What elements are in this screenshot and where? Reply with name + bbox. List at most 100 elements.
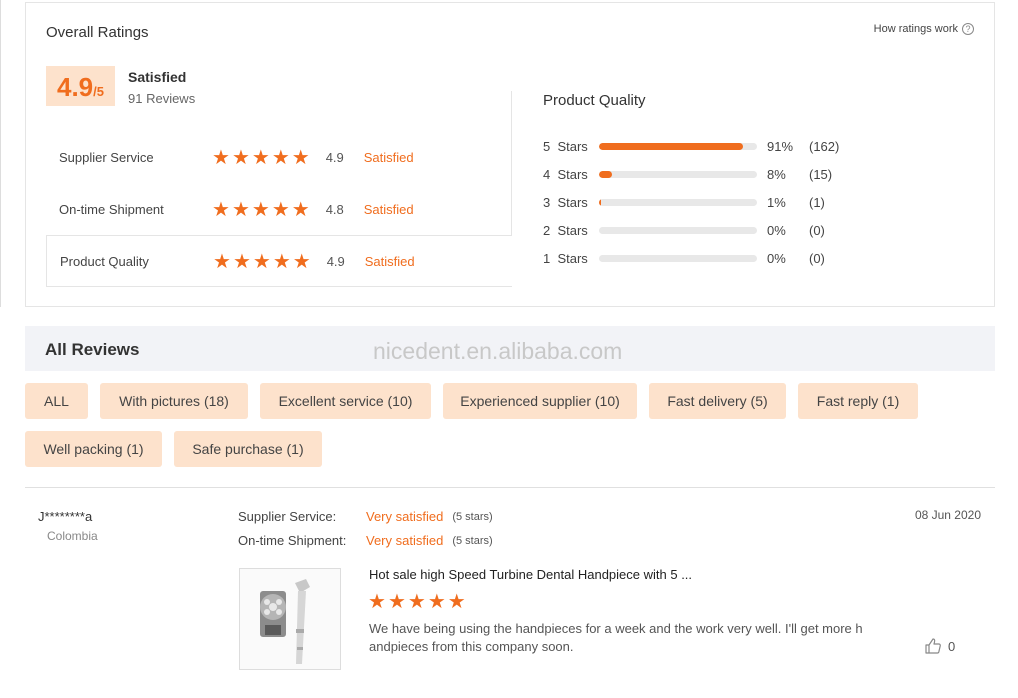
bar-track	[599, 254, 757, 262]
star-icon: ★	[427, 589, 446, 613]
dimension-score: 4.9	[326, 253, 345, 269]
bar-track	[599, 198, 757, 206]
dimension-stars: ★ ★ ★ ★ ★	[213, 251, 311, 271]
review-criterion-label: On-time Shipment:	[238, 533, 347, 548]
star-distribution-row: 4 Stars 8% (15)	[543, 164, 832, 184]
dimension-name: Supplier Service	[59, 149, 154, 165]
star-icon: ★	[251, 145, 270, 169]
bar-label: 4 Stars	[543, 166, 588, 182]
overall-score-badge: 4.9 /5	[46, 66, 115, 106]
bar-fill	[599, 170, 612, 178]
dimension-score: 4.9	[325, 149, 344, 165]
review-supplier-service: Supplier Service: Very satisfied (5 star…	[238, 509, 493, 524]
filter-tag-fast-reply[interactable]: Fast reply (1)	[798, 383, 918, 419]
overall-score-max: /5	[93, 84, 104, 99]
star-icon: ★	[212, 145, 230, 169]
review-criterion-value: Very satisfied	[366, 509, 444, 524]
dimension-name: Product Quality	[60, 253, 149, 269]
review-text: We have being using the handpieces for a…	[369, 621, 863, 654]
review-criterion-note: (5 stars)	[452, 534, 493, 547]
dimension-score: 4.8	[325, 201, 344, 217]
filter-tag-excellent-service[interactable]: Excellent service (10)	[260, 383, 431, 419]
star-icon: ★	[213, 249, 231, 273]
bar-track	[599, 142, 757, 150]
overall-reviews-count: 91 Reviews	[128, 91, 196, 106]
review-on-time-shipment: On-time Shipment: Very satisfied (5 star…	[238, 533, 493, 548]
star-icon: ★	[368, 589, 386, 613]
reviewer-country: Colombia	[47, 529, 98, 543]
bar-count: (15)	[809, 166, 833, 182]
bar-label: 2 Stars	[543, 222, 588, 238]
review-criterion-value: Very satisfied	[366, 533, 444, 548]
star-icon: ★	[232, 249, 251, 273]
star-icon: ★	[292, 249, 311, 273]
star-distribution-row: 3 Stars 1% (1)	[543, 192, 825, 212]
star-icon: ★	[231, 197, 250, 221]
bar-count: (0)	[809, 222, 825, 238]
overall-ratings-title: Overall Ratings	[46, 24, 149, 41]
bar-fill	[599, 142, 743, 150]
star-icon: ★	[387, 589, 406, 613]
review-date: 08 Jun 2020	[914, 508, 981, 522]
star-distribution-row: 1 Stars 0% (0)	[543, 248, 825, 268]
how-ratings-work-label: How ratings work	[873, 23, 958, 35]
star-icon: ★	[212, 197, 230, 221]
star-icon: ★	[231, 145, 250, 169]
bar-track	[599, 170, 757, 178]
star-icon: ★	[447, 589, 466, 613]
bar-fill	[599, 198, 601, 206]
filter-tag-all[interactable]: ALL	[25, 383, 88, 419]
review-separator	[25, 487, 995, 488]
all-reviews-title: All Reviews	[45, 340, 140, 359]
filter-tag-with-pictures[interactable]: With pictures (18)	[100, 383, 248, 419]
page-left-border	[0, 0, 1, 307]
bar-percent: 8%	[767, 166, 786, 182]
filter-tag-well-packing[interactable]: Well packing (1)	[25, 431, 162, 467]
overall-ratings-panel: Overall Ratings How ratings work ? 4.9 /…	[25, 2, 995, 307]
star-distribution-row: 5 Stars 91% (162)	[543, 136, 839, 156]
product-title-link[interactable]: Hot sale high Speed Turbine Dental Handp…	[369, 567, 692, 582]
bar-label: 5 Stars	[543, 138, 588, 154]
dimension-row-supplier-service[interactable]: Supplier Service ★ ★ ★ ★ ★ 4.9 Satisfied	[46, 131, 512, 183]
bar-label: 3 Stars	[543, 194, 588, 210]
like-count: 0	[948, 638, 956, 654]
bar-count: (162)	[809, 138, 840, 154]
overall-score: 4.9	[57, 72, 94, 102]
review-criterion-note: (5 stars)	[452, 510, 493, 523]
filter-tag-experienced-supplier[interactable]: Experienced supplier (10)	[443, 383, 637, 419]
dimension-name: On-time Shipment	[59, 201, 164, 217]
dental-handpiece-image	[260, 579, 310, 664]
star-distribution-row: 2 Stars 0% (0)	[543, 220, 825, 240]
dimension-level: Satisfied	[363, 149, 414, 165]
dimension-row-product-quality[interactable]: Product Quality ★ ★ ★ ★ ★ 4.9 Satisfied	[46, 235, 512, 287]
dimension-level: Satisfied	[364, 253, 415, 269]
all-reviews-header: All Reviews nicedent.en.alibaba.com	[25, 326, 995, 371]
bar-percent: 0%	[767, 250, 786, 266]
product-thumbnail[interactable]	[239, 568, 341, 670]
bar-track	[599, 226, 757, 234]
star-icon: ★	[272, 249, 291, 273]
star-icon: ★	[271, 197, 290, 221]
dimension-stars: ★ ★ ★ ★ ★	[212, 199, 310, 219]
star-icon: ★	[252, 249, 271, 273]
how-ratings-work-link[interactable]: How ratings work ?	[874, 23, 974, 35]
bar-count: (0)	[809, 250, 825, 266]
dimension-row-on-time-shipment[interactable]: On-time Shipment ★ ★ ★ ★ ★ 4.8 Satisfied	[46, 183, 512, 235]
star-icon: ★	[407, 589, 426, 613]
filter-tag-fast-delivery[interactable]: Fast delivery (5)	[649, 383, 786, 419]
bar-label: 1 Stars	[543, 250, 588, 266]
star-icon: ★	[251, 197, 270, 221]
thumbs-up-icon	[925, 638, 941, 654]
review-criterion-label: Supplier Service:	[238, 509, 337, 524]
star-icon: ★	[291, 197, 310, 221]
star-icon: ★	[271, 145, 290, 169]
review-product-stars: ★ ★ ★ ★ ★	[368, 591, 466, 611]
like-button[interactable]: 0	[924, 637, 955, 655]
dimension-stars: ★ ★ ★ ★ ★	[212, 147, 310, 167]
bar-percent: 91%	[767, 138, 794, 154]
filter-tag-safe-purchase[interactable]: Safe purchase (1)	[174, 431, 322, 467]
watermark: nicedent.en.alibaba.com	[373, 338, 623, 364]
question-icon: ?	[962, 23, 974, 35]
star-icon: ★	[291, 145, 310, 169]
reviewer-name: J********a	[38, 509, 93, 524]
